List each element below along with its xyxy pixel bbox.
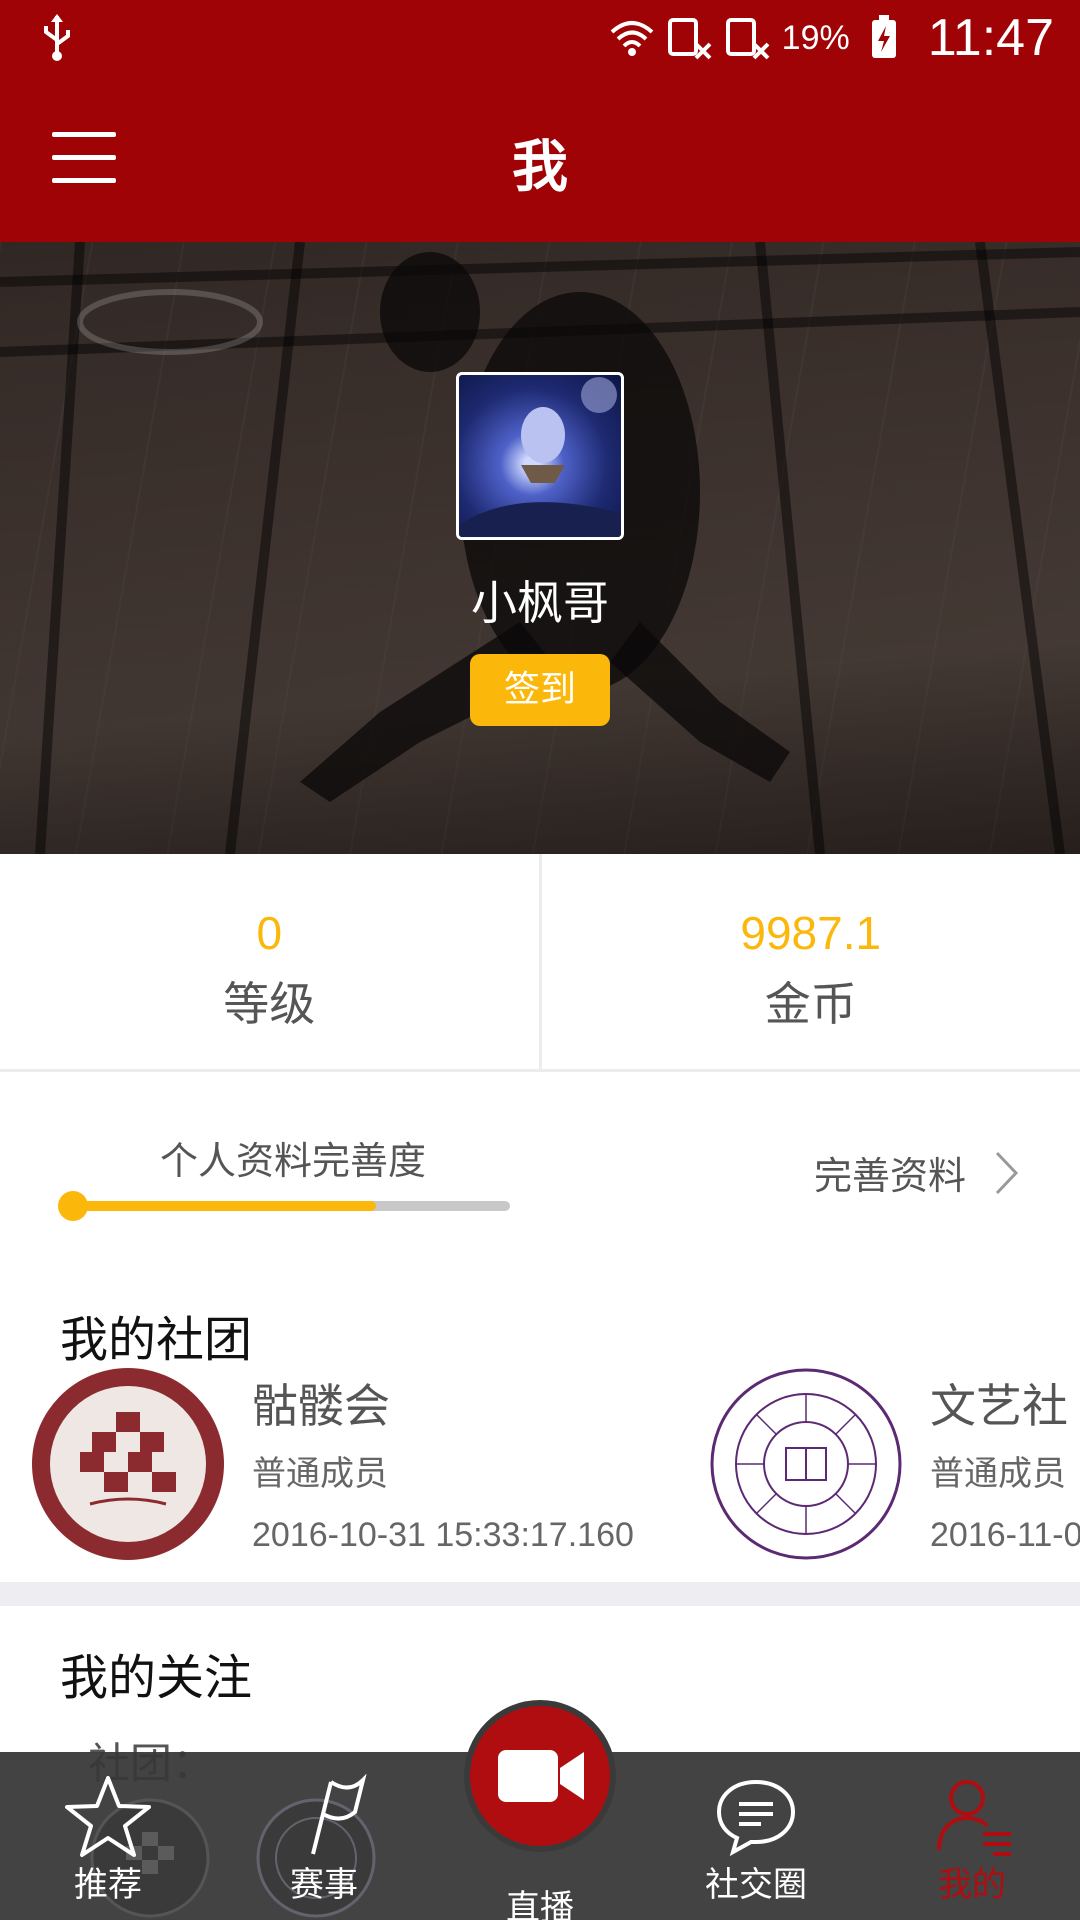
chevron-right-icon [994,1150,1020,1196]
profile-header: 小枫哥 签到 [0,242,1080,854]
level-value: 0 [0,906,539,960]
usb-icon [40,14,74,62]
star-icon [63,1774,153,1858]
club-card[interactable]: 骷髅会 普通成员 2016-10-31 15:33:17.160 [30,1360,670,1560]
completeness-label: 个人资料完善度 [160,1130,426,1185]
hero-background-image [0,242,1080,854]
coins-value: 9987.1 [542,906,1080,960]
wifi-icon [608,14,656,62]
flag-icon [279,1774,369,1858]
my-clubs-list: 骷髅会 普通成员 2016-10-31 15:33:17.160 文艺社 普通成… [0,1360,1080,1560]
username: 小枫哥 [0,567,1080,633]
complete-profile-label: 完善资料 [814,1145,966,1200]
stats-row: 0 等级 9987.1 金币 [0,854,1080,1072]
nav-recommend[interactable]: 推荐 [0,1752,216,1920]
video-camera-icon [496,1740,586,1812]
complete-profile-link[interactable]: 完善资料 [814,1145,1020,1200]
level-label: 等级 [0,968,539,1034]
club-logo-kust [30,1366,226,1562]
coins-label: 金币 [542,968,1080,1034]
avatar-image [459,375,624,540]
checkin-button[interactable]: 签到 [470,654,610,726]
user-icon [927,1774,1017,1858]
nav-mine[interactable]: 我的 [864,1752,1080,1920]
nav-social-label: 社交圈 [648,1857,864,1906]
profile-completeness: 个人资料完善度 完善资料 [0,1075,1080,1255]
nav-live-label: 直播 [432,1880,648,1929]
sim-no-signal-icon [724,14,772,62]
nav-recommend-label: 推荐 [0,1857,216,1906]
app-bar: 我 [0,78,1080,242]
club-name: 骷髅会 [252,1370,390,1436]
nav-social[interactable]: 社交圈 [648,1752,864,1920]
level-stat[interactable]: 0 等级 [0,854,539,1069]
chat-bubble-icon [711,1774,801,1858]
club-join-date: 2016-11-0 [930,1516,1080,1555]
club-role: 普通成员 [930,1446,1066,1495]
live-button[interactable] [464,1700,616,1852]
section-divider [0,1582,1080,1606]
club-name: 文艺社 [930,1370,1068,1436]
my-follows-title: 我的关注 [60,1638,252,1708]
club-logo-northwestern [708,1366,904,1562]
club-card[interactable]: 文艺社 普通成员 2016-11-0 [708,1360,1080,1560]
battery-charging-icon [860,14,908,62]
page-title: 我 [0,122,1080,203]
nav-events-label: 赛事 [216,1857,432,1906]
clock: 11:47 [928,8,1054,68]
avatar[interactable] [456,372,624,540]
battery-percent: 19% [782,19,850,58]
completeness-progress-bar [62,1201,510,1211]
nav-mine-label: 我的 [864,1857,1080,1906]
coins-stat[interactable]: 9987.1 金币 [539,854,1080,1069]
club-role: 普通成员 [252,1446,388,1495]
progress-knob [58,1191,88,1221]
status-bar: 19% 11:47 [0,0,1080,78]
club-join-date: 2016-10-31 15:33:17.160 [252,1516,634,1555]
progress-fill [62,1201,376,1211]
nav-events[interactable]: 赛事 [216,1752,432,1920]
sim-no-signal-icon [666,14,714,62]
